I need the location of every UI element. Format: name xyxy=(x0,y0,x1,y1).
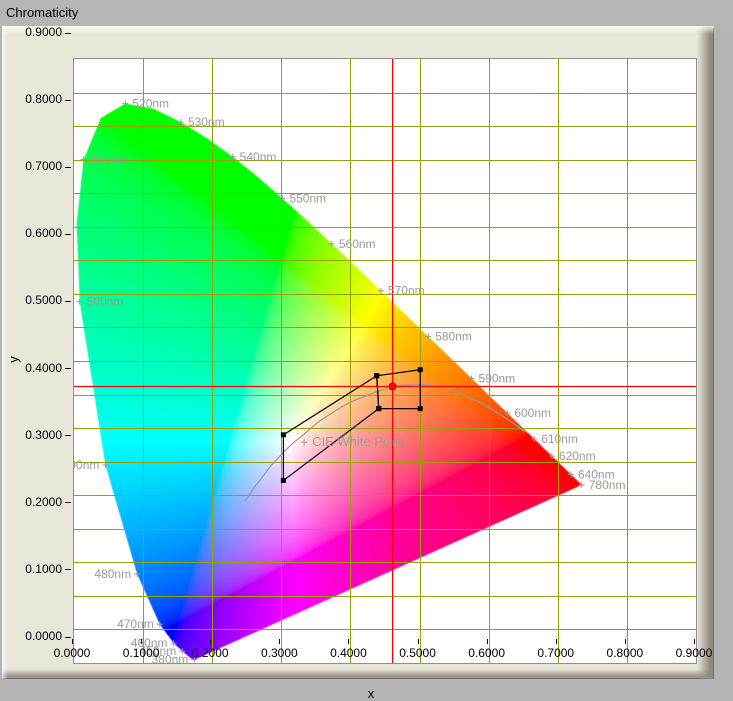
wavelength-label: 550nm xyxy=(289,191,326,205)
chart-panel: CIE White Point380nm450nm460nm470nm480nm… xyxy=(2,26,714,679)
wavelength-marker xyxy=(191,657,197,663)
cursor-dot[interactable] xyxy=(389,383,396,390)
wavelength-label: 780nm xyxy=(589,478,626,492)
wavelength-label: 490nm xyxy=(74,458,99,472)
wavelength-label: 460nm xyxy=(131,636,168,650)
wavelength-label: 520nm xyxy=(132,96,169,110)
plot-area[interactable]: CIE White Point380nm450nm460nm470nm480nm… xyxy=(73,58,697,664)
wavelength-label: 510nm xyxy=(91,153,128,167)
white-region-quad-corner-marker xyxy=(374,373,379,378)
white-region-quad-corner-marker xyxy=(281,432,286,437)
wavelength-marker xyxy=(425,333,431,339)
wavelength-label: 620nm xyxy=(559,449,596,463)
wavelength-label: 500nm xyxy=(87,295,124,309)
wavelength-marker xyxy=(378,288,384,294)
wavelength-marker xyxy=(230,154,236,160)
wavelength-label: 480nm xyxy=(94,567,131,581)
wavelength-marker xyxy=(122,100,128,106)
chart-overlay: CIE White Point380nm450nm460nm470nm480nm… xyxy=(74,59,696,663)
wavelength-label: 470nm xyxy=(117,617,154,631)
white-region-quad-corner-marker xyxy=(281,478,286,483)
window-title: Chromaticity xyxy=(0,0,733,25)
wavelength-marker xyxy=(549,453,555,459)
wavelength-marker xyxy=(279,195,285,201)
wavelength-marker xyxy=(77,299,83,305)
cct-bin-quad-corner-marker xyxy=(418,406,423,411)
y-axis-title: y xyxy=(6,356,21,363)
wavelength-marker xyxy=(134,571,140,577)
wavelength-label: 590nm xyxy=(479,371,516,385)
wavelength-marker xyxy=(469,375,475,381)
white-point-marker xyxy=(301,439,307,445)
white-point-label: CIE White Point xyxy=(312,434,404,449)
wavelength-marker xyxy=(504,410,510,416)
wavelength-label: 580nm xyxy=(435,329,472,343)
wavelength-label: 560nm xyxy=(339,237,376,251)
wavelength-label: 600nm xyxy=(514,406,551,420)
wavelength-marker xyxy=(81,157,87,163)
cct-bin-quad-corner-marker xyxy=(418,367,423,372)
wavelength-marker xyxy=(157,621,163,627)
wavelength-label: 570nm xyxy=(388,284,425,298)
wavelength-marker xyxy=(579,482,585,488)
wavelength-marker xyxy=(178,119,184,125)
x-axis-title: x xyxy=(341,686,401,701)
wavelength-label: 530nm xyxy=(188,115,225,129)
white-region-quad-corner-marker xyxy=(376,406,381,411)
wavelength-label: 610nm xyxy=(541,432,578,446)
wavelength-marker xyxy=(531,436,537,442)
wavelength-label: 540nm xyxy=(240,150,277,164)
wavelength-marker xyxy=(568,471,574,477)
wavelength-marker xyxy=(329,241,335,247)
